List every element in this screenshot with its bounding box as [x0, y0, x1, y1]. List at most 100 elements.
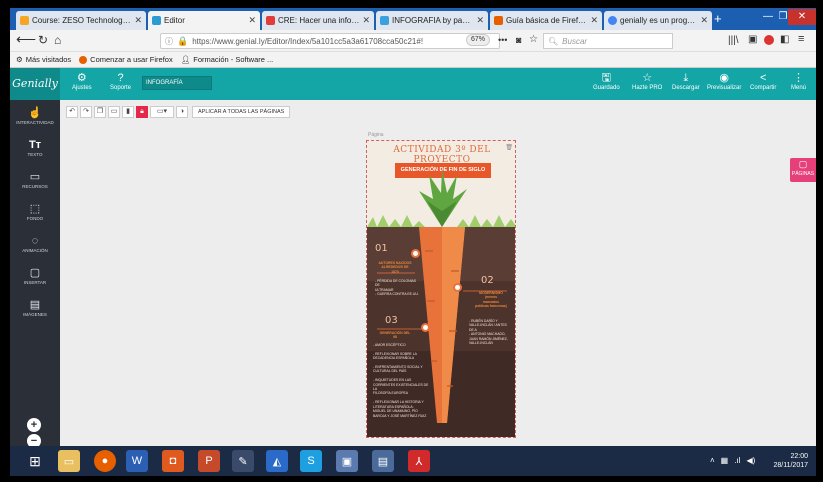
- marker-dot[interactable]: [411, 249, 420, 258]
- share-button[interactable]: < Compartir: [750, 72, 776, 91]
- close-icon[interactable]: ✕: [362, 15, 370, 26]
- sidebar-item-interactivity[interactable]: ☝ INTERACTIVIDAD: [10, 106, 60, 125]
- menu-button[interactable]: ⋮ Menú: [791, 72, 806, 91]
- signal-icon[interactable]: .ıl: [734, 456, 740, 465]
- sidebar-item-text[interactable]: Tт TEXTO: [10, 138, 60, 157]
- window-icon[interactable]: ▤: [372, 450, 394, 472]
- firefox-icon[interactable]: ●: [94, 450, 116, 472]
- skype-icon[interactable]: S: [300, 450, 322, 472]
- screenshot-icon[interactable]: ◧: [780, 34, 789, 45]
- minimize-icon[interactable]: —: [758, 9, 778, 25]
- bookmark-label: Más visitados: [25, 55, 72, 64]
- close-icon[interactable]: ✕: [590, 15, 598, 26]
- sidebar-item-images[interactable]: ▤ IMÁGENES: [10, 298, 60, 317]
- opacity-icon[interactable]: ◑: [176, 106, 188, 118]
- marker-dot[interactable]: [453, 283, 462, 292]
- tab-title: Course: ZESO Technologies: [32, 16, 132, 25]
- search-input[interactable]: 🔍︎ Buscar: [543, 33, 673, 49]
- help-icon: ?: [117, 72, 124, 84]
- maximize-icon[interactable]: ❐: [778, 9, 788, 25]
- settings-button[interactable]: ⚙ Ajustes: [72, 72, 92, 91]
- bookmarks-bar: ⚙ Más visitados Comenzar a usar Firefox 👤…: [10, 52, 816, 68]
- button-label: Menú: [791, 85, 807, 91]
- apply-all-pages-button[interactable]: APLICAR A TODAS LAS PÁGINAS: [192, 106, 291, 118]
- network-icon[interactable]: ▦: [721, 456, 729, 465]
- go-pro-button[interactable]: ☆ Hazte PRO: [632, 72, 662, 91]
- section-number: 03: [385, 315, 398, 326]
- preview-button[interactable]: ◉ Previsualizar: [707, 72, 741, 91]
- star-icon: ☆: [642, 72, 653, 84]
- volume-icon[interactable]: ◀): [746, 456, 755, 465]
- page-actions-icon[interactable]: •••: [498, 35, 507, 45]
- browser-tab[interactable]: Course: ZESO Technologies ✕: [16, 11, 146, 30]
- address-bar[interactable]: ⓘ 🔒 https://www.genial.ly/Editor/Index/5…: [160, 33, 500, 49]
- office-icon[interactable]: ◘: [162, 450, 184, 472]
- adblock-icon[interactable]: [764, 34, 774, 48]
- document-name-field[interactable]: INFOGRAFÍA: [142, 76, 212, 90]
- undo-icon[interactable]: ↶: [66, 106, 78, 118]
- window-close-icon[interactable]: ✕: [788, 9, 816, 25]
- info-icon[interactable]: ⓘ: [165, 36, 173, 47]
- search-placeholder: Buscar: [562, 36, 588, 46]
- section-body: - RUBÉN DARÍO Y VALLE-INCLÁN / ANTES DE …: [469, 319, 508, 346]
- new-tab-icon[interactable]: +: [714, 11, 722, 26]
- windows-start-icon[interactable]: ⊞: [24, 450, 46, 472]
- close-icon[interactable]: ✕: [700, 15, 708, 26]
- back-icon[interactable]: ⟵: [16, 31, 36, 48]
- browser-tab[interactable]: genially es un programa o ✕: [604, 11, 712, 30]
- piktochart-icon: [380, 16, 389, 25]
- powerpoint-icon[interactable]: P: [198, 450, 220, 472]
- trash-icon[interactable]: 🗑︎: [505, 144, 513, 151]
- bookmark-star-icon[interactable]: ☆: [529, 34, 538, 45]
- bookmark-most-visited[interactable]: ⚙ Más visitados: [16, 55, 71, 64]
- browser-tab[interactable]: INFOGRAFIA by pacusa1 ✕: [376, 11, 488, 30]
- network-app-icon[interactable]: ◭: [266, 450, 288, 472]
- file-explorer-icon[interactable]: ▭: [58, 450, 80, 472]
- background-icon: ⬚: [29, 203, 41, 215]
- close-icon[interactable]: ✕: [248, 15, 256, 26]
- sidebar-item-background[interactable]: ⬚ FONDO: [10, 202, 60, 221]
- browser-tab-active[interactable]: Editor ✕: [148, 11, 260, 30]
- close-icon[interactable]: ✕: [476, 15, 484, 26]
- genially-logo[interactable]: Genially: [10, 68, 60, 100]
- infographic-page[interactable]: ACTIVIDAD 3º DEL PROYECTO GENERACIÓN DE …: [366, 140, 516, 438]
- zoom-in-icon[interactable]: +: [27, 418, 41, 432]
- home-icon[interactable]: ⌂: [54, 33, 61, 47]
- hamburger-menu-icon[interactable]: ≡: [798, 33, 804, 45]
- clock[interactable]: 22:00 28/11/2017: [773, 452, 808, 470]
- redo-icon[interactable]: ↷: [80, 106, 92, 118]
- marker-dot[interactable]: [421, 323, 430, 332]
- insert-icon: ▢: [29, 267, 41, 279]
- border-style-dropdown[interactable]: ▭▾: [150, 106, 174, 118]
- browser-tab[interactable]: Guía básica de Firefox: una ✕: [490, 11, 602, 30]
- navigation-bar: ⟵ ↻ ⌂ ⓘ 🔒 https://www.genial.ly/Editor/I…: [10, 30, 816, 52]
- zoom-level[interactable]: 67%: [466, 34, 490, 46]
- pocket-icon[interactable]: ◙: [516, 35, 521, 45]
- bookmark-firefox[interactable]: Comenzar a usar Firefox: [79, 55, 173, 64]
- word-icon[interactable]: W: [126, 450, 148, 472]
- library-icon[interactable]: |||\: [728, 35, 739, 46]
- bookmark-formacion[interactable]: 👤︎ Formación - Software ...: [181, 55, 274, 64]
- sidebar-icon[interactable]: ▣: [748, 34, 757, 45]
- paint-icon[interactable]: ✎: [232, 450, 254, 472]
- saved-button[interactable]: 🖫︎ Guardado: [593, 72, 620, 91]
- browser-tab[interactable]: CRE: Hacer una infografía ✕: [262, 11, 374, 30]
- reload-icon[interactable]: ↻: [38, 33, 48, 47]
- section-body: - AMOR ESCÉPTICO - REFLEXIONAR SOBRE LA …: [373, 343, 429, 418]
- close-icon[interactable]: ✕: [134, 15, 142, 26]
- copy-icon[interactable]: ❐: [94, 106, 106, 118]
- section-number: 02: [481, 275, 494, 286]
- delete-icon[interactable]: ▮: [122, 106, 134, 118]
- chevron-up-icon[interactable]: ˄: [710, 456, 715, 465]
- editor-canvas[interactable]: ↶ ↷ ❐ ▭ ▮ 🔒︎ ▭▾ ◑ APLICAR A TODAS LAS PÁ…: [60, 100, 816, 446]
- sidebar-item-resources[interactable]: ▭ RECURSOS: [10, 170, 60, 189]
- photos-icon[interactable]: ▣: [336, 450, 358, 472]
- pages-button[interactable]: ▢ PÁGINAS: [790, 158, 816, 182]
- sidebar-item-animation[interactable]: ◌ ANIMACIÓN: [10, 234, 60, 253]
- paste-icon[interactable]: ▭: [108, 106, 120, 118]
- download-button[interactable]: ⤓ Descargar: [672, 72, 700, 91]
- support-button[interactable]: ? Soporte: [110, 72, 131, 91]
- lock-icon[interactable]: 🔒︎: [136, 106, 148, 118]
- pdf-reader-icon[interactable]: ⅄: [408, 450, 430, 472]
- sidebar-item-insert[interactable]: ▢ INSERTAR: [10, 266, 60, 285]
